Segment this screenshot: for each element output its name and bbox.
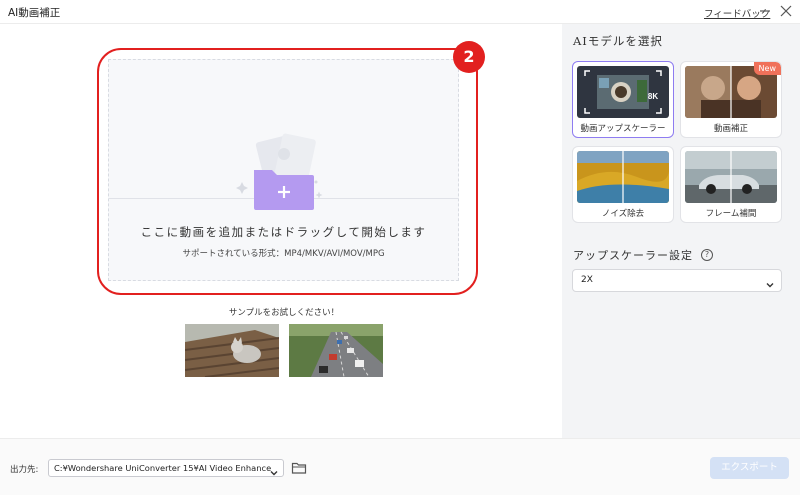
title-bar: AI動画補正 フィードバック [0,0,800,24]
model-label-enhance: 動画補正 [713,124,748,134]
drop-instruction: ここに動画を追加またはドラッグして開始します [140,225,427,239]
output-path-value: C:¥Wondershare UniConverter 15¥AI Video … [54,463,272,473]
sample-thumbnail-cat[interactable] [185,324,279,377]
app-title: AI動画補正 [8,7,61,19]
sample-title: サンプルをお試しください！ [228,308,340,318]
model-label-frame-interpolation: フレーム補間 [705,209,757,219]
help-icon[interactable]: ? [701,249,713,261]
resolution-badge: 8K [648,92,658,101]
frame-interpolation-thumbnail [685,151,777,203]
model-card-frame-interpolation[interactable]: フレーム補間 [680,146,782,223]
minimize-icon[interactable] [756,2,774,20]
sample-thumbnail-highway[interactable] [289,324,383,377]
model-label-denoise: ノイズ除去 [601,209,645,219]
upscaler-thumbnail: 8K [577,66,669,118]
upscale-factor-select[interactable]: 2X [572,269,782,292]
ai-model-title: AIモデルを選択 [573,34,663,48]
supported-formats: サポートされている形式：MP4/MKV/AVI/MOV/MPG [182,249,385,259]
model-card-enhance[interactable]: New 動画補正 [680,61,782,138]
open-folder-icon[interactable] [291,460,307,476]
model-card-upscaler[interactable]: 8K 動画アップスケーラー [572,61,674,138]
denoise-thumbnail [577,151,669,203]
chevron-down-icon [765,275,775,294]
output-path-select[interactable]: C:¥Wondershare UniConverter 15¥AI Video … [48,459,284,477]
step-badge: 2 [453,41,485,73]
output-label: 出力先: [10,465,39,475]
export-button[interactable]: エクスポート [710,457,789,479]
close-icon[interactable] [777,2,795,20]
model-label-upscaler: 動画アップスケーラー [580,124,666,134]
upscaler-settings-title: アップスケーラー設定 [573,249,693,262]
upscale-factor-value: 2X [581,275,593,285]
add-folder-icon[interactable] [232,124,332,214]
model-card-denoise[interactable]: ノイズ除去 [572,146,674,223]
new-badge: New [753,62,781,75]
chevron-down-icon [269,463,279,482]
